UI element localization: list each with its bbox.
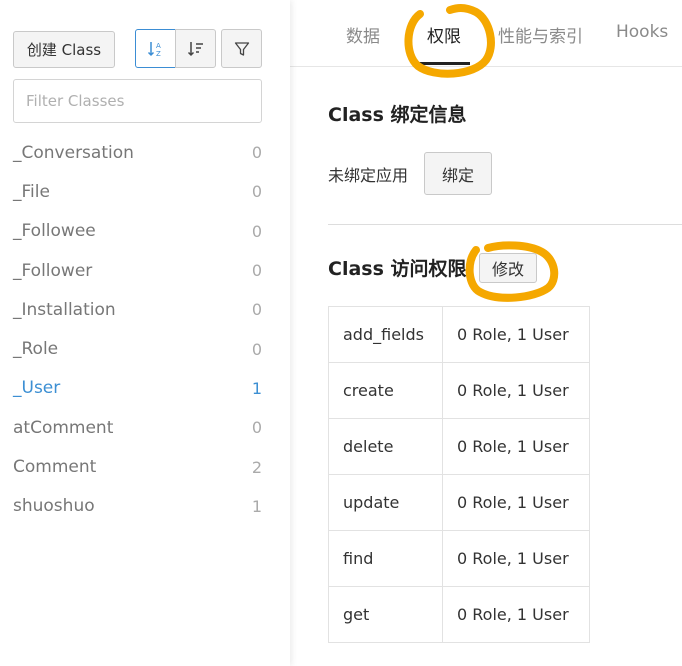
class-name: _Role — [13, 339, 59, 360]
permission-value-cell: 0 Role, 1 User — [442, 362, 590, 419]
permissions-table: add_fields 0 Role, 1 User create 0 Role,… — [328, 306, 590, 643]
table-row: delete 0 Role, 1 User — [328, 418, 590, 475]
class-item-file[interactable]: _File 0 — [0, 172, 290, 211]
bind-button[interactable]: 绑定 — [424, 152, 492, 195]
class-count: 0 — [251, 182, 262, 202]
permission-value-cell: 0 Role, 1 User — [442, 530, 590, 587]
class-name: _Follower — [13, 260, 93, 281]
table-row: add_fields 0 Role, 1 User — [328, 306, 590, 363]
class-item-installation[interactable]: _Installation 0 — [0, 290, 290, 329]
table-row: find 0 Role, 1 User — [328, 530, 590, 587]
create-class-button[interactable]: 创建 Class — [13, 31, 115, 68]
class-count: 0 — [251, 261, 262, 281]
class-count: 2 — [251, 457, 262, 477]
class-name: _Conversation — [13, 142, 134, 163]
binding-section-title: Class 绑定信息 — [328, 104, 467, 126]
class-list: _Conversation 0 _File 0 _Followee 0 _Fol… — [0, 133, 290, 526]
class-item-shuoshuo[interactable]: shuoshuo 1 — [0, 487, 290, 526]
class-item-atcomment[interactable]: atComment 0 — [0, 408, 290, 447]
sidebar: 创建 Class A Z _Conversation 0 _File 0 _Fo… — [0, 0, 290, 666]
class-count: 0 — [251, 300, 262, 320]
section-divider — [328, 224, 682, 225]
sort-desc-icon — [187, 41, 203, 56]
access-section-title: Class 访问权限 — [328, 258, 467, 280]
class-name: _Followee — [13, 221, 96, 242]
class-name: atComment — [13, 417, 114, 438]
filter-classes-input[interactable] — [13, 79, 262, 123]
class-item-user[interactable]: _User 1 — [0, 369, 290, 408]
class-name: _User — [13, 378, 61, 399]
permission-value-cell: 0 Role, 1 User — [442, 586, 590, 643]
class-item-followee[interactable]: _Followee 0 — [0, 212, 290, 251]
class-name: Comment — [13, 457, 97, 478]
tab-permissions[interactable]: 权限 — [427, 22, 461, 47]
class-name: _Installation — [13, 299, 116, 320]
modify-permissions-button[interactable]: 修改 — [479, 253, 537, 283]
funnel-icon — [234, 41, 249, 56]
class-count: 0 — [251, 143, 262, 163]
class-item-conversation[interactable]: _Conversation 0 — [0, 133, 290, 172]
tab-hooks[interactable]: Hooks — [616, 22, 668, 42]
class-item-comment[interactable]: Comment 2 — [0, 447, 290, 486]
operation-cell: add_fields — [328, 306, 443, 363]
class-count: 0 — [251, 221, 262, 241]
class-count: 0 — [251, 418, 262, 438]
table-row: create 0 Role, 1 User — [328, 362, 590, 419]
binding-status-text: 未绑定应用 — [328, 166, 409, 185]
filter-button[interactable] — [221, 29, 262, 68]
tab-data[interactable]: 数据 — [346, 22, 380, 47]
operation-cell: delete — [328, 418, 443, 475]
svg-text:A: A — [156, 42, 161, 50]
class-item-follower[interactable]: _Follower 0 — [0, 251, 290, 290]
sort-az-icon: A Z — [147, 41, 161, 58]
sort-by-count-button[interactable] — [175, 29, 216, 68]
class-name: _File — [13, 181, 50, 202]
table-row: update 0 Role, 1 User — [328, 474, 590, 531]
operation-cell: update — [328, 474, 443, 531]
operation-cell: get — [328, 586, 443, 643]
class-count: 0 — [251, 339, 262, 359]
sort-alphabetical-button[interactable]: A Z — [135, 29, 176, 68]
class-item-role[interactable]: _Role 0 — [0, 329, 290, 368]
svg-text:Z: Z — [156, 50, 161, 58]
class-name: shuoshuo — [13, 496, 95, 517]
operation-cell: create — [328, 362, 443, 419]
permission-value-cell: 0 Role, 1 User — [442, 418, 590, 475]
table-row: get 0 Role, 1 User — [328, 586, 590, 643]
permission-value-cell: 0 Role, 1 User — [442, 306, 590, 363]
permission-value-cell: 0 Role, 1 User — [442, 474, 590, 531]
active-tab-indicator — [418, 62, 470, 65]
class-count: 1 — [251, 496, 262, 516]
operation-cell: find — [328, 530, 443, 587]
class-count: 1 — [251, 378, 262, 398]
tab-performance-index[interactable]: 性能与索引 — [498, 22, 583, 47]
